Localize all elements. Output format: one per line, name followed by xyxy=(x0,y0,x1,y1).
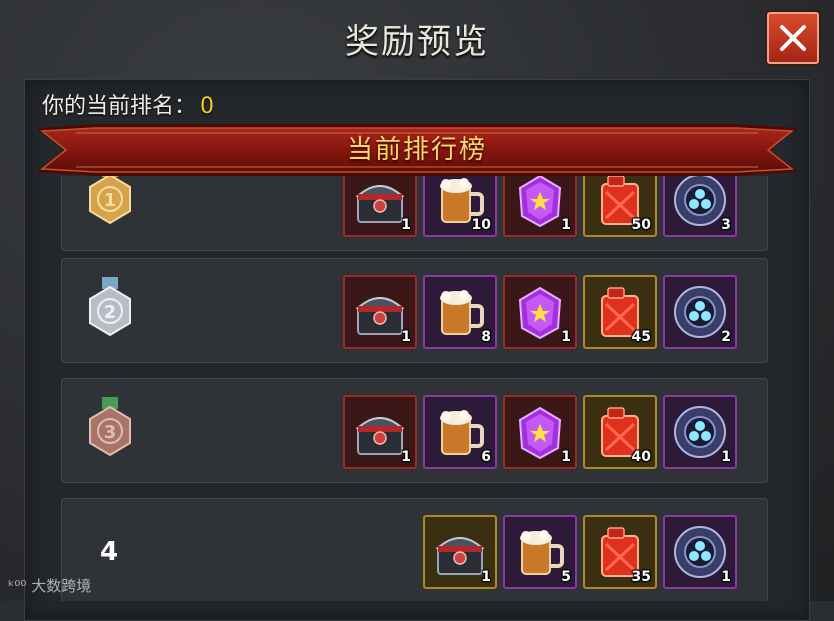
reward-row-4: 4 1 5 35 1 xyxy=(61,498,768,601)
item-count: 1 xyxy=(721,449,731,465)
reward-item-chest[interactable]: 1 xyxy=(343,395,417,469)
svg-text:2: 2 xyxy=(104,302,117,323)
reward-item-orb[interactable]: 3 xyxy=(663,176,737,237)
item-count: 1 xyxy=(401,329,411,345)
reward-row-3: 3 1 6 1 40 1 xyxy=(61,378,768,483)
player-rank: 你的当前排名： 0 xyxy=(42,88,214,120)
reward-item-orb[interactable]: 1 xyxy=(663,515,737,589)
reward-items: 1 10 1 50 3 xyxy=(343,176,737,237)
item-count: 40 xyxy=(631,449,651,465)
reward-item-purple-crystal[interactable]: 1 xyxy=(503,395,577,469)
watermark-logo-icon: ᵏ⁰⁰ xyxy=(8,577,32,595)
reward-items: 1 8 1 45 2 xyxy=(343,275,737,349)
item-count: 1 xyxy=(561,329,571,345)
item-count: 1 xyxy=(401,217,411,233)
item-count: 35 xyxy=(631,569,651,585)
gold-medal-icon: 1 xyxy=(84,176,136,229)
item-count: 10 xyxy=(471,217,491,233)
item-count: 6 xyxy=(481,449,491,465)
reward-item-beer-mug[interactable]: 6 xyxy=(423,395,497,469)
reward-item-chest[interactable]: 1 xyxy=(343,176,417,237)
item-count: 1 xyxy=(561,217,571,233)
reward-item-orb[interactable]: 2 xyxy=(663,275,737,349)
player-rank-label: 你的当前排名： xyxy=(42,94,197,119)
watermark: ᵏ⁰⁰ 大数跨境 xyxy=(8,575,91,596)
silver-medal-icon: 2 xyxy=(84,277,136,341)
player-rank-value: 0 xyxy=(200,94,215,119)
reward-item-beer-mug[interactable]: 10 xyxy=(423,176,497,237)
rank-number: 4 xyxy=(100,537,119,567)
bronze-medal-icon: 3 xyxy=(84,397,136,461)
item-count: 1 xyxy=(561,449,571,465)
item-count: 8 xyxy=(481,329,491,345)
reward-item-orb[interactable]: 1 xyxy=(663,395,737,469)
reward-row-2: 2 1 8 1 45 2 xyxy=(61,258,768,363)
reward-item-purple-crystal[interactable]: 1 xyxy=(503,275,577,349)
banner-title: 当前排行榜 xyxy=(346,135,487,165)
reward-item-chest[interactable]: 1 xyxy=(423,515,497,589)
item-count: 5 xyxy=(561,569,571,585)
reward-items: 1 6 1 40 1 xyxy=(343,395,737,469)
reward-item-fuel-can[interactable]: 35 xyxy=(583,515,657,589)
reward-row-1: 1 1 10 1 50 3 xyxy=(61,176,768,251)
item-count: 2 xyxy=(721,329,731,345)
reward-item-fuel-can[interactable]: 40 xyxy=(583,395,657,469)
svg-text:1: 1 xyxy=(104,190,117,211)
reward-item-purple-crystal[interactable]: 1 xyxy=(503,176,577,237)
reward-item-beer-mug[interactable]: 5 xyxy=(503,515,577,589)
item-count: 50 xyxy=(631,217,651,233)
item-count: 1 xyxy=(721,569,731,585)
svg-text:3: 3 xyxy=(104,422,117,443)
reward-item-beer-mug[interactable]: 8 xyxy=(423,275,497,349)
window-title: 奖励预览 xyxy=(345,22,489,62)
reward-item-chest[interactable]: 1 xyxy=(343,275,417,349)
watermark-text: 大数跨境 xyxy=(31,577,92,595)
item-count: 45 xyxy=(631,329,651,345)
reward-item-fuel-can[interactable]: 45 xyxy=(583,275,657,349)
leaderboard-list[interactable]: 1 1 10 1 50 3 2 1 8 1 45 2 3 1 6 1 40 1 … xyxy=(24,176,808,601)
reward-item-fuel-can[interactable]: 50 xyxy=(583,176,657,237)
close-icon xyxy=(780,25,806,51)
leaderboard-banner: 当前排行榜 xyxy=(36,124,798,176)
item-count: 1 xyxy=(481,569,491,585)
close-button[interactable] xyxy=(767,12,819,64)
item-count: 3 xyxy=(721,217,731,233)
item-count: 1 xyxy=(401,449,411,465)
reward-items: 1 5 35 1 xyxy=(423,515,737,589)
